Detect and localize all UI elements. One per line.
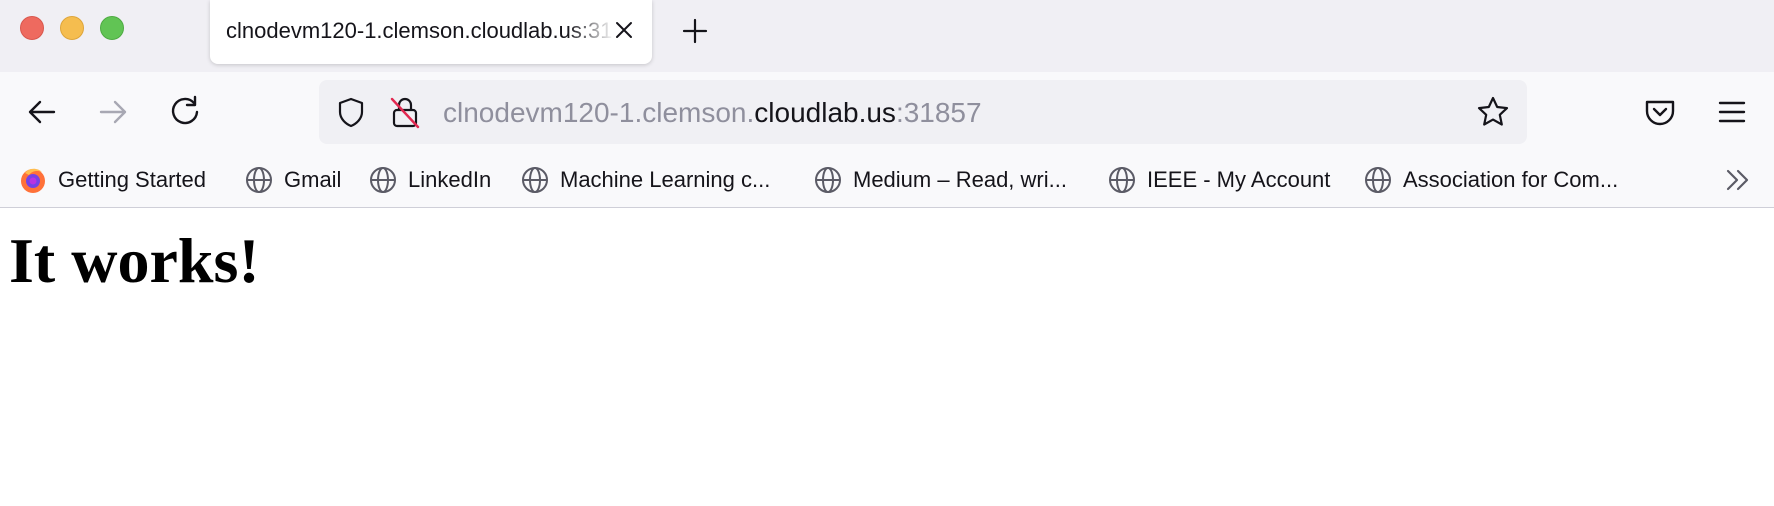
tab-strip: clnodevm120-1.clemson.cloudlab.us:31857	[0, 0, 1774, 72]
tab-title: clnodevm120-1.clemson.cloudlab.us:31857	[226, 18, 614, 43]
url-prefix: clnodevm120-1.clemson.	[443, 97, 755, 128]
shield-icon[interactable]	[333, 94, 369, 130]
tab-close-icon[interactable]	[608, 14, 640, 46]
globe-icon	[1363, 165, 1393, 195]
forward-arrow-icon[interactable]	[91, 90, 135, 134]
bookmark-gmail[interactable]: Gmail	[244, 163, 341, 197]
globe-icon	[520, 165, 550, 195]
navigation-toolbar: clnodevm120-1.clemson.cloudlab.us:31857	[0, 72, 1774, 152]
bookmark-label: Gmail	[284, 167, 342, 192]
page-content: It works!	[0, 209, 1774, 506]
url-host: cloudlab.us	[754, 97, 896, 128]
bookmark-label: Medium – Read, wri...	[853, 167, 1067, 192]
globe-icon	[368, 165, 398, 195]
page-heading: It works!	[9, 225, 260, 296]
url-port: :31857	[895, 97, 982, 128]
bookmark-machine-learning[interactable]: Machine Learning c...	[520, 163, 770, 197]
hamburger-menu-icon[interactable]	[1710, 90, 1754, 134]
bookmark-acm[interactable]: Association for Com...	[1363, 163, 1618, 197]
insecure-lock-icon[interactable]	[387, 94, 423, 130]
url-bar[interactable]: clnodevm120-1.clemson.cloudlab.us:31857	[319, 80, 1527, 144]
bookmark-label: LinkedIn	[408, 167, 492, 192]
window-minimize-button[interactable]	[60, 16, 84, 40]
bookmark-medium[interactable]: Medium – Read, wri...	[813, 163, 1067, 197]
window-zoom-button[interactable]	[100, 16, 124, 40]
reload-icon[interactable]	[163, 90, 207, 134]
bookmark-label: Machine Learning c...	[560, 167, 771, 192]
globe-icon	[244, 165, 274, 195]
globe-icon	[813, 165, 843, 195]
star-icon[interactable]	[1475, 94, 1511, 130]
window-close-button[interactable]	[20, 16, 44, 40]
bookmarks-toolbar: Getting Started Gmail LinkedIn Machine L…	[0, 152, 1774, 208]
bookmark-label: Getting Started	[58, 167, 206, 192]
bookmark-label: IEEE - My Account	[1147, 167, 1331, 192]
bookmark-label: Association for Com...	[1403, 167, 1619, 192]
tab-active[interactable]: clnodevm120-1.clemson.cloudlab.us:31857	[210, 0, 652, 64]
firefox-icon	[18, 165, 48, 195]
globe-icon	[1107, 165, 1137, 195]
new-tab-plus-icon[interactable]	[676, 12, 714, 50]
chevron-double-right-icon[interactable]	[1722, 164, 1754, 196]
url-text[interactable]: clnodevm120-1.clemson.cloudlab.us:31857	[443, 97, 982, 129]
bookmark-linkedin[interactable]: LinkedIn	[368, 163, 491, 197]
pocket-icon[interactable]	[1638, 90, 1682, 134]
bookmark-getting-started[interactable]: Getting Started	[18, 163, 206, 197]
bookmark-ieee[interactable]: IEEE - My Account	[1107, 163, 1330, 197]
back-arrow-icon[interactable]	[20, 90, 64, 134]
